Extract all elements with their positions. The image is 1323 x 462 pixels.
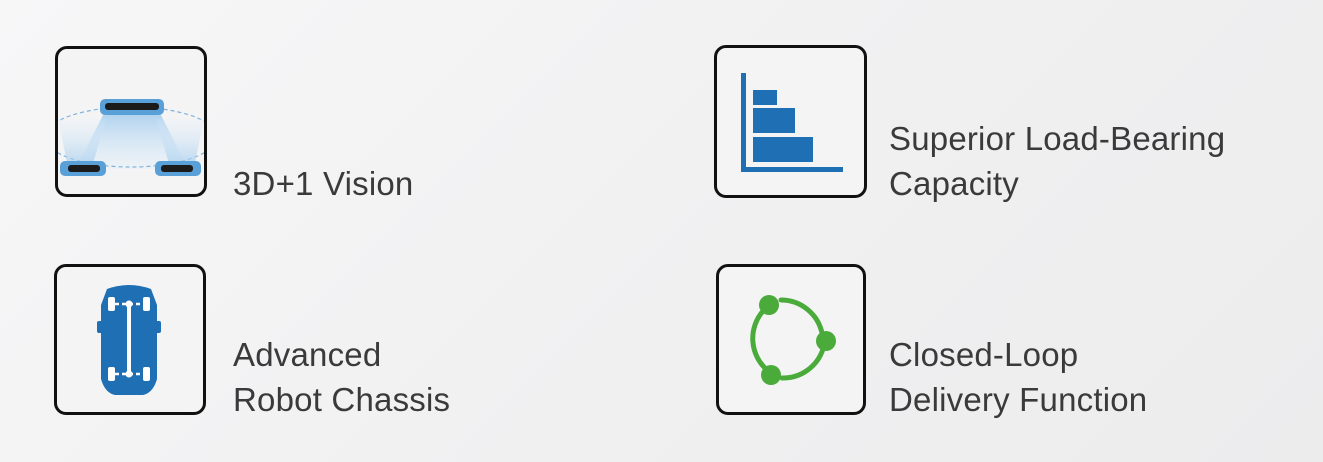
chassis-label-line-1: Advanced <box>233 336 382 373</box>
vision-label-line-1: 3D+1 Vision <box>233 165 414 202</box>
camera-vision-icon <box>58 99 204 176</box>
loop-label-line-2: Delivery Function <box>889 381 1148 418</box>
closed-loop-icon <box>750 295 836 385</box>
loop-icon-box <box>716 264 866 415</box>
load-label-line-2: Capacity <box>889 165 1019 202</box>
chassis-label: Advanced Robot Chassis <box>233 332 450 422</box>
vision-icon-box <box>55 46 207 197</box>
load-label: Superior Load-Bearing Capacity <box>889 116 1225 206</box>
robot-chassis-icon <box>97 285 161 395</box>
chassis-label-line-2: Robot Chassis <box>233 381 451 418</box>
vision-label: 3D+1 Vision <box>233 161 413 206</box>
loop-label-line-1: Closed-Loop <box>889 336 1079 373</box>
chassis-icon-box <box>54 264 206 415</box>
load-label-line-1: Superior Load-Bearing <box>889 120 1226 157</box>
load-icon-box <box>714 45 867 198</box>
loop-label: Closed-Loop Delivery Function <box>889 332 1147 422</box>
load-bars-icon <box>741 73 843 172</box>
